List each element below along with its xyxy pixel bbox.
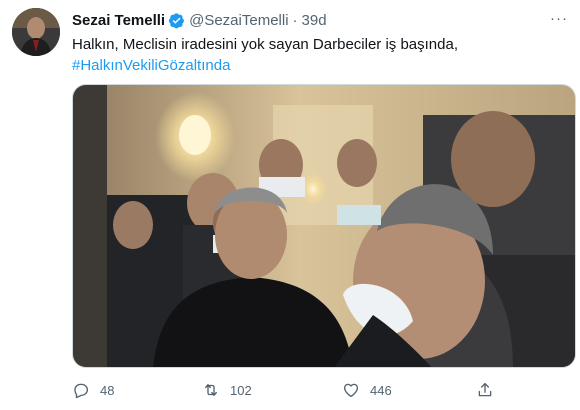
- reply-button[interactable]: 48: [72, 378, 114, 402]
- retweet-button[interactable]: 102: [202, 378, 252, 402]
- more-options-button[interactable]: ···: [550, 10, 568, 27]
- share-button[interactable]: [476, 378, 504, 402]
- like-icon: [343, 383, 359, 398]
- like-count: 446: [370, 382, 392, 398]
- hashtag-link[interactable]: #HalkınVekiliGözaltında: [72, 55, 562, 76]
- like-button[interactable]: 446: [342, 378, 392, 402]
- timestamp[interactable]: 39d: [302, 12, 327, 29]
- tweet-card[interactable]: Sezai Temelli @SezaiTemelli · 39d ··· Ha…: [0, 0, 580, 410]
- handle[interactable]: @SezaiTemelli: [189, 12, 288, 29]
- tweet-header: Sezai Temelli @SezaiTemelli · 39d ···: [72, 10, 568, 30]
- display-name[interactable]: Sezai Temelli: [72, 12, 165, 29]
- share-icon: [478, 382, 492, 397]
- tweet-text-line: Halkın, Meclisin iradesini yok sayan Dar…: [72, 36, 459, 53]
- retweet-count: 102: [230, 382, 252, 398]
- tweet-actions: 48 102 446: [72, 378, 512, 402]
- avatar[interactable]: [12, 8, 60, 56]
- video-frame-image: [73, 85, 575, 367]
- separator-dot: ·: [292, 11, 298, 29]
- reply-count: 48: [100, 382, 115, 398]
- tweet-text: Halkın, Meclisin iradesini yok sayan Dar…: [72, 34, 562, 76]
- retweet-icon: [205, 384, 217, 396]
- tweet-video[interactable]: [72, 84, 576, 368]
- avatar-image: [12, 8, 60, 56]
- verified-badge-icon: [169, 12, 185, 28]
- reply-icon: [74, 383, 89, 399]
